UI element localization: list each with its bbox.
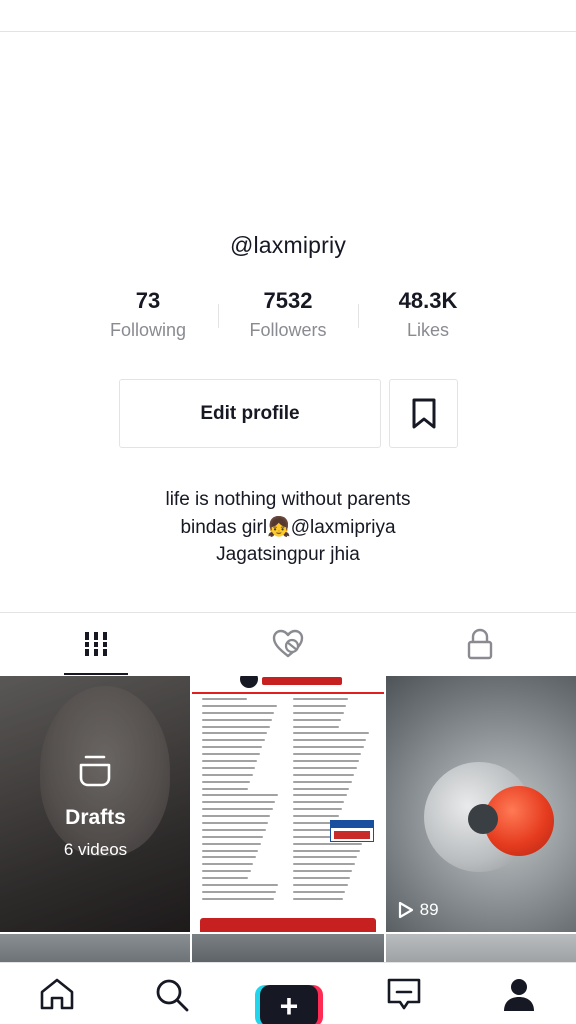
nav-profile[interactable] — [502, 977, 536, 1018]
profile-stats: 73 Following 7532 Followers 48.3K Likes — [78, 286, 498, 346]
bookmark-icon — [412, 398, 435, 428]
create-button[interactable]: + — [255, 985, 323, 1024]
stat-likes[interactable]: 48.3K Likes — [358, 286, 498, 346]
news-logo-image — [330, 820, 375, 842]
home-icon — [40, 978, 74, 1010]
bio-line: bindas girl👧@laxmipriya — [180, 516, 396, 538]
stat-following[interactable]: 73 Following — [78, 286, 218, 346]
inbox-icon — [387, 978, 421, 1010]
view-count: 89 — [398, 900, 439, 920]
drafts-tile[interactable]: Drafts 6 videos — [0, 676, 191, 932]
stat-followers-count: 7532 — [263, 288, 313, 313]
create-plus-icon: + — [260, 985, 318, 1024]
bio-line: Jagatsingpur jhia — [216, 544, 360, 565]
video-grid-row-2 — [0, 934, 576, 962]
video-tile[interactable]: 89 — [385, 676, 576, 932]
profile-header-space — [188, 60, 388, 220]
status-bar-cropped — [0, 0, 576, 32]
favorites-button[interactable] — [389, 379, 458, 448]
video-tile[interactable] — [192, 934, 384, 962]
nav-discover[interactable] — [154, 977, 190, 1018]
nav-home[interactable] — [38, 977, 76, 1016]
stat-followers-label: Followers — [249, 320, 327, 340]
tab-liked[interactable] — [192, 613, 384, 675]
stat-following-label: Following — [109, 320, 187, 340]
nav-inbox[interactable] — [386, 977, 422, 1016]
stat-likes-label: Likes — [406, 320, 450, 340]
video-tile[interactable] — [385, 934, 576, 962]
liked-hidden-icon — [272, 629, 304, 658]
drafts-icon — [79, 755, 111, 787]
video-grid: Drafts 6 videos 89 — [0, 676, 576, 932]
stat-followers[interactable]: 7532 Followers — [218, 286, 358, 346]
grid-icon — [83, 632, 109, 656]
view-count-value: 89 — [419, 900, 439, 919]
profile-tabs — [0, 612, 576, 675]
edit-profile-button[interactable]: Edit profile — [119, 379, 381, 448]
lock-icon — [467, 628, 493, 660]
profile-username: @laxmipriy — [229, 232, 347, 258]
bottom-navigation: + — [0, 962, 576, 1024]
play-icon — [398, 901, 413, 919]
tab-private[interactable] — [384, 613, 576, 675]
profile-icon — [504, 979, 534, 1011]
bio-line: life is nothing without parents — [165, 489, 411, 510]
profile-bio: life is nothing without parents bindas g… — [0, 486, 576, 569]
video-tile[interactable] — [0, 934, 191, 962]
tab-videos[interactable] — [0, 613, 192, 675]
drafts-count: 6 videos — [63, 840, 128, 859]
thumbnail-image — [192, 676, 384, 694]
stat-likes-count: 48.3K — [398, 288, 458, 313]
stat-following-count: 73 — [135, 288, 161, 313]
video-tile[interactable] — [192, 676, 384, 932]
search-icon — [156, 979, 189, 1012]
drafts-title: Drafts — [65, 806, 126, 829]
